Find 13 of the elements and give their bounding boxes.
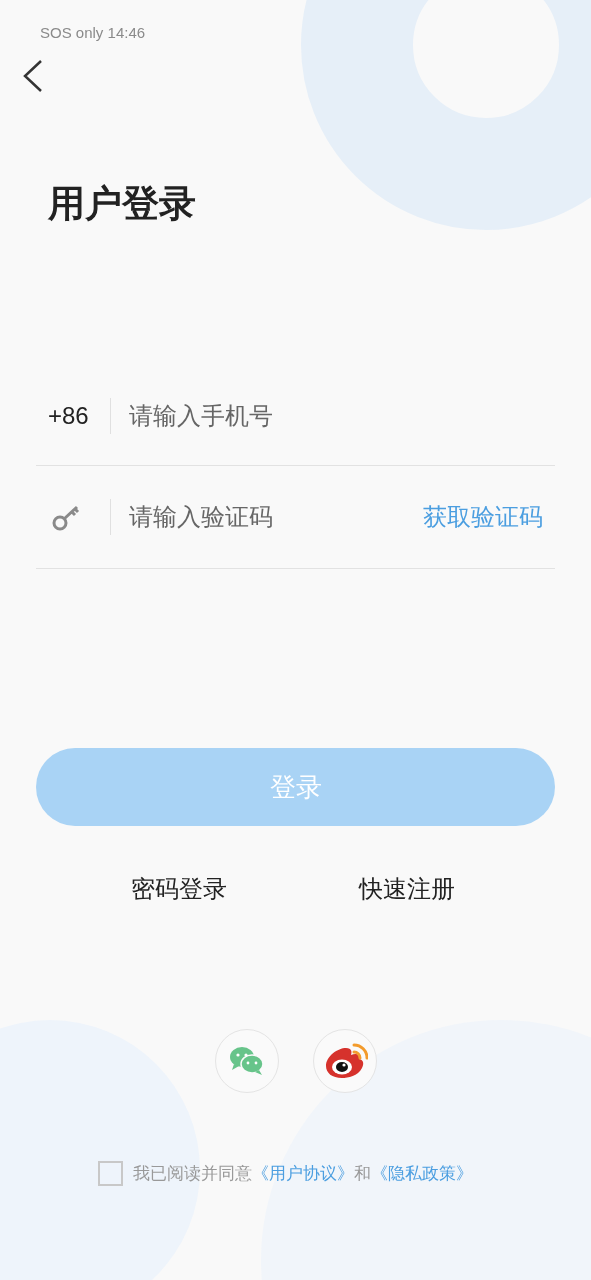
conjunction-text: 和	[354, 1163, 371, 1185]
text-link[interactable]: 快速注册	[359, 871, 455, 907]
back-icon	[22, 59, 44, 93]
agreement-text: 我已阅读并同意	[133, 1163, 252, 1185]
country-code[interactable]: +86	[36, 397, 110, 434]
chat-bubbles-icon	[228, 1046, 265, 1076]
page-title: 用户登录	[48, 182, 196, 226]
key-icon	[52, 503, 80, 531]
phone-field[interactable]: +86 请输入手机号	[36, 366, 555, 466]
status-text: SOS only 14:46	[40, 22, 146, 43]
text-link[interactable]: 密码登录	[131, 871, 227, 907]
code-field[interactable]: 请输入验证码	[129, 499, 423, 535]
agreement-checkbox[interactable]	[98, 1161, 123, 1187]
